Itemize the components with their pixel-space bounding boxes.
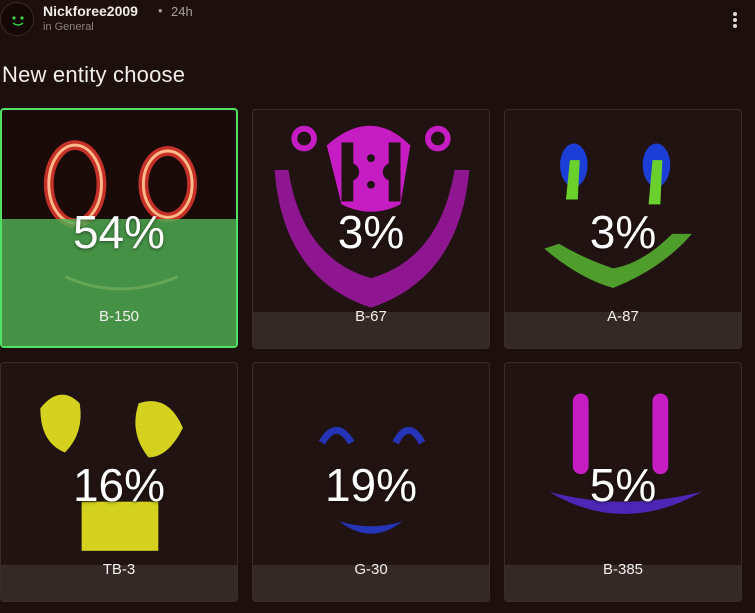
community-link[interactable]: in General [43,21,94,33]
poll-option-a-87[interactable]: 3% A-87 [504,109,742,349]
option-percent: 19% [324,459,418,511]
option-label: B-67 [355,308,387,325]
poll-option-b-67[interactable]: 3% B-67 [252,109,490,349]
option-label: G-30 [354,561,388,578]
option-label: B-150 [98,308,140,325]
post-time: 24h [171,4,193,19]
poll-option-b-385[interactable]: 5% B-385 [504,362,742,602]
poll-option-tb-3[interactable]: 16% TB-3 [0,362,238,602]
option-percent: 54% [72,206,166,258]
avatar-icon [2,4,33,35]
option-label: B-385 [602,561,644,578]
poll-option-g-30[interactable]: 19% G-30 [252,362,490,602]
option-percent: 3% [337,206,405,258]
option-percent: 16% [72,459,166,511]
more-options-icon[interactable] [727,10,743,34]
post-header: Nickforee2009 • 24h in General [0,0,755,50]
option-percent: 3% [589,206,657,258]
separator-dot: • [158,3,163,18]
option-label: TB-3 [102,561,136,578]
poll-option-b-150[interactable]: 54% B-150 [0,108,238,348]
option-percent: 5% [589,459,657,511]
avatar[interactable] [0,2,34,36]
poll-title: New entity choose [2,62,186,87]
option-label: A-87 [607,308,639,325]
username[interactable]: Nickforee2009 [43,3,138,19]
